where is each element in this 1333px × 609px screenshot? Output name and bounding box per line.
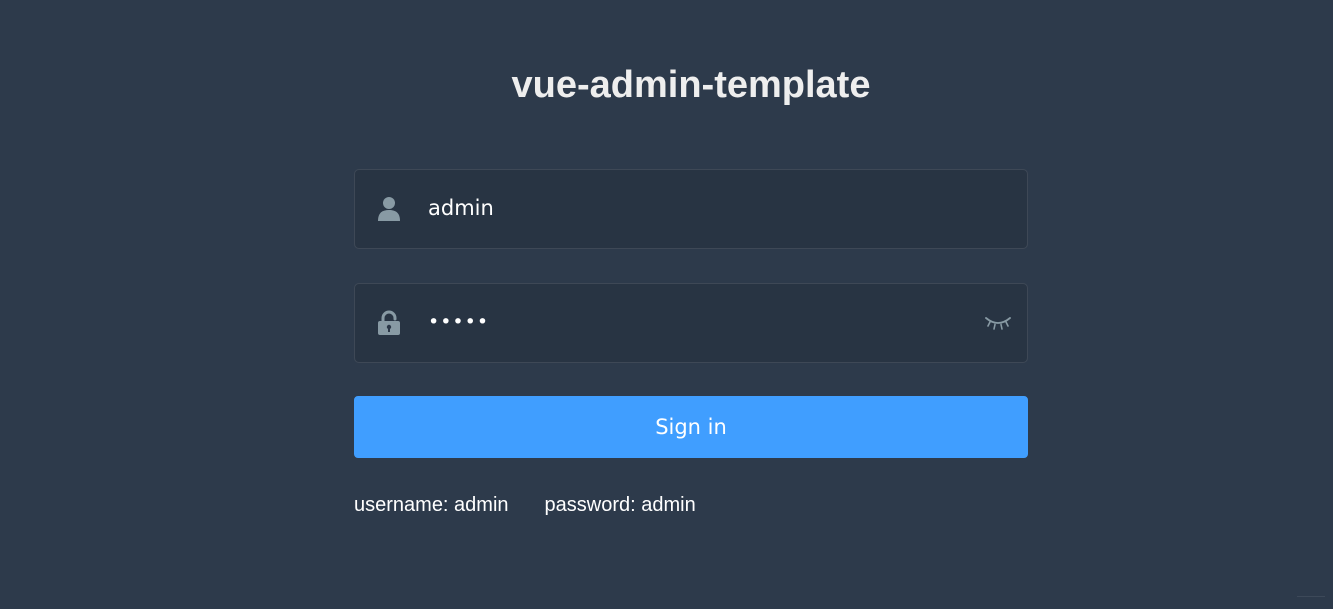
sign-in-button[interactable]: Sign in	[354, 396, 1028, 458]
password-field[interactable]	[354, 283, 1028, 363]
user-icon	[377, 196, 401, 222]
page-title: vue-admin-template	[511, 64, 871, 106]
username-field[interactable]	[354, 169, 1028, 249]
password-tip: password: admin	[544, 494, 696, 516]
login-tips: username: admin password: admin	[354, 492, 696, 518]
username-input[interactable]	[428, 188, 968, 228]
password-input[interactable]	[428, 302, 968, 342]
username-tip: username: admin	[354, 494, 509, 516]
corner-divider	[1297, 596, 1325, 597]
eye-closed-icon[interactable]	[985, 314, 1011, 332]
lock-icon	[377, 310, 401, 336]
